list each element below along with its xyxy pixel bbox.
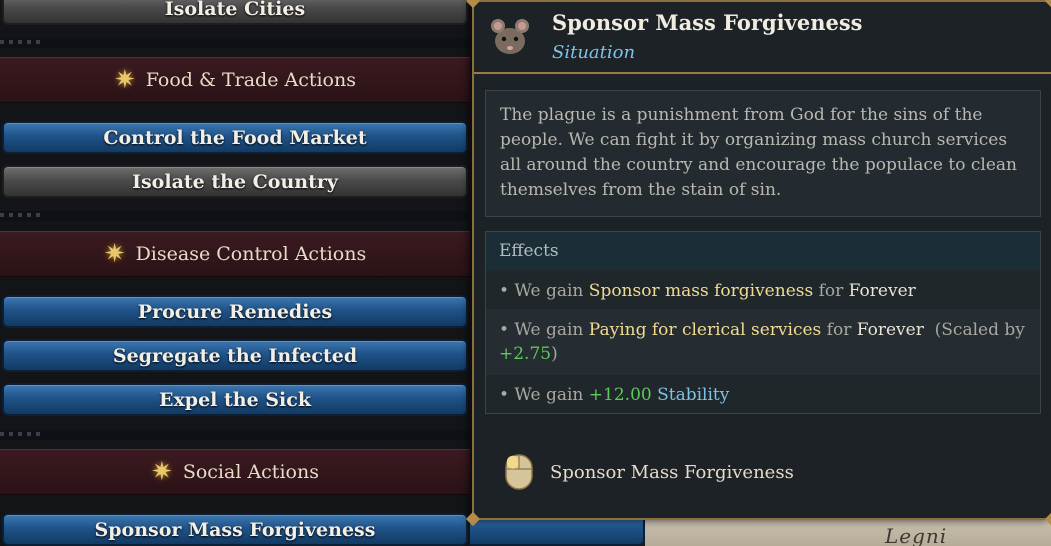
star-icon: ✷ [113,65,136,95]
sponsor-mass-forgiveness-button[interactable]: Sponsor Mass Forgiveness [2,513,468,546]
isolate-country-button[interactable]: Isolate the Country [2,165,468,198]
rat-icon [491,19,529,54]
category-disease-control: ✷ Disease Control Actions [0,231,470,277]
separator [0,430,470,440]
segregate-infected-button[interactable]: Segregate the Infected [2,339,468,372]
star-icon: ✷ [151,457,173,487]
button-label: Expel the Sick [159,388,311,411]
tooltip-subtitle: Situation [552,42,636,63]
procure-remedies-button[interactable]: Procure Remedies [2,295,468,328]
effect-scaled-value: +2.75 [499,344,552,364]
button-label: Isolate Cities [164,0,306,20]
effect-prefix: • We gain [499,385,589,405]
effects-header: Effects [486,232,1040,270]
tooltip-header: Sponsor Mass Forgiveness Situation [474,2,1051,74]
category-food-trade: ✷ Food & Trade Actions [0,57,470,103]
effect-modifier[interactable]: Sponsor mass forgiveness [589,281,813,301]
button-label: Control the Food Market [103,126,367,149]
effect-row: • We gain +12.00 Stability [486,375,1040,415]
tooltip-description: The plague is a punishment from God for … [485,90,1041,217]
effect-prefix: • We gain [499,320,589,340]
map-label: Legni [885,524,948,546]
effect-row: • We gain Paying for clerical services f… [486,309,1040,375]
situation-tooltip: Sponsor Mass Forgiveness Situation The p… [465,0,1051,527]
category-social: ✷ Social Actions [0,449,470,495]
effects-box: Effects • We gain Sponsor mass forgivene… [485,231,1041,414]
effect-for: for [813,281,849,301]
expel-sick-button[interactable]: Expel the Sick [2,383,468,416]
effect-scaled-suffix: ) [551,344,558,364]
effect-duration: Forever [856,320,924,340]
effect-value: +12.00 [588,385,652,405]
effect-scaled-prefix: (Scaled by [934,320,1025,340]
effect-duration: Forever [848,281,916,301]
map-view[interactable]: Legni [645,520,1051,546]
category-label: Disease Control Actions [135,243,367,265]
button-label: Procure Remedies [137,300,333,323]
actions-panel: Isolate Cities ✷ Food & Trade Actions Co… [0,0,470,546]
category-label: Food & Trade Actions [145,69,356,91]
effect-modifier[interactable]: Paying for clerical services [589,320,821,340]
mouse-icon [505,454,533,490]
button-label: Segregate the Infected [112,344,358,367]
button-label: Sponsor Mass Forgiveness [94,518,376,541]
effect-row: • We gain Sponsor mass forgiveness for F… [486,270,1040,309]
isolate-cities-button[interactable]: Isolate Cities [2,0,468,25]
control-food-market-button[interactable]: Control the Food Market [2,121,468,154]
tooltip-title: Sponsor Mass Forgiveness [552,10,863,35]
button-label: Isolate the Country [132,170,338,193]
separator [0,211,470,221]
star-icon: ✷ [103,239,126,269]
effect-stat[interactable]: Stability [657,385,729,405]
category-label: Social Actions [182,461,319,483]
effect-for: for [821,320,857,340]
separator [0,38,470,48]
effect-prefix: • We gain [499,281,589,301]
tooltip-footer: Sponsor Mass Forgiveness [504,454,794,490]
footer-label: Sponsor Mass Forgiveness [550,461,794,483]
